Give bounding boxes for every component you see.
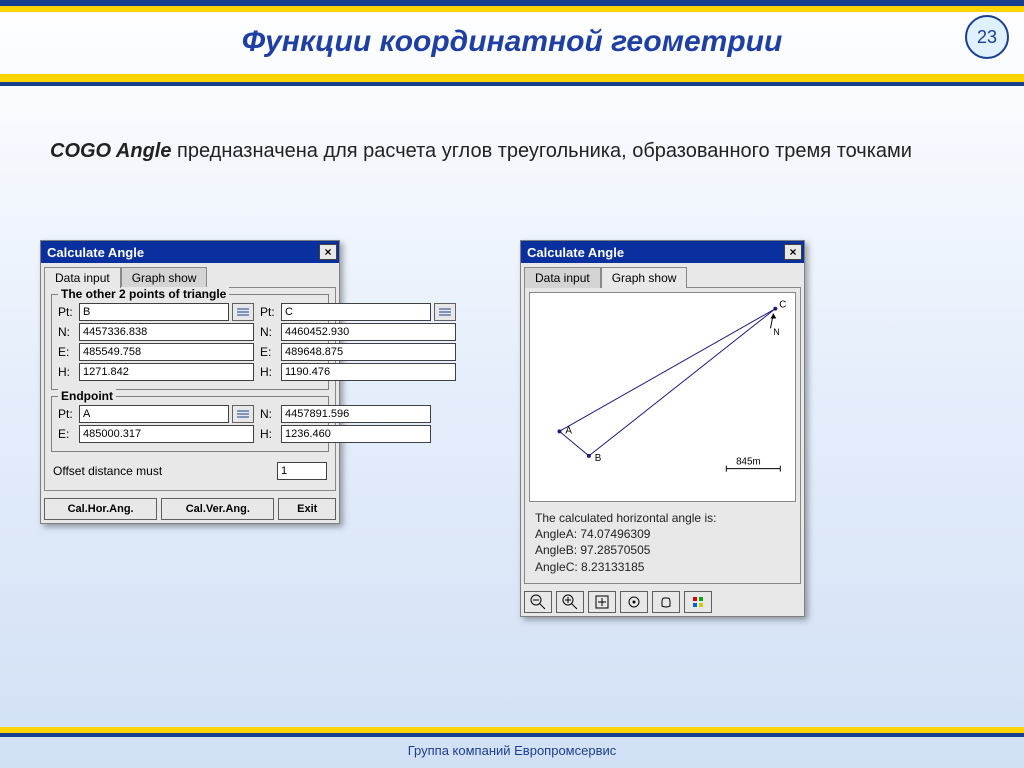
description-lead: COGO Angle (50, 140, 171, 162)
triangle-plot: A B C N 845m (530, 293, 795, 501)
label-n: N: (260, 325, 278, 339)
exit-button[interactable]: Exit (278, 498, 336, 520)
point-b-n-input[interactable] (79, 323, 254, 341)
description-rest: предназначена для расчета углов треуголь… (171, 140, 911, 162)
zoom-extents-icon[interactable] (620, 591, 648, 613)
tab-strip: Data input Graph show (521, 263, 804, 287)
point-b-h-input[interactable] (79, 363, 254, 381)
group-other-points-legend: The other 2 points of triangle (58, 287, 229, 301)
tab-graph-show[interactable]: Graph show (121, 267, 208, 288)
offset-label: Offset distance must (53, 464, 269, 478)
dialog-title: Calculate Angle (527, 245, 624, 260)
offset-input[interactable] (277, 462, 327, 480)
slide-title: Функции координатной геометрии (0, 25, 1024, 59)
tab-data-input[interactable]: Data input (44, 267, 121, 288)
label-e: E: (260, 345, 278, 359)
dialog-titlebar[interactable]: Calculate Angle × (41, 241, 339, 263)
point-c-e-input[interactable] (281, 343, 456, 361)
point-c-n-input[interactable] (281, 323, 456, 341)
group-endpoint: Endpoint Pt: E: N: H: (51, 396, 329, 452)
angle-c: AngleC: 8.23133185 (535, 559, 790, 575)
label-h: H: (58, 365, 76, 379)
cal-hor-ang-button[interactable]: Cal.Hor.Ang. (44, 498, 157, 520)
point-c-h-input[interactable] (281, 363, 456, 381)
label-h: H: (260, 427, 278, 441)
label-h: H: (260, 365, 278, 379)
footer-text: Группа компаний Европромсервис (0, 743, 1024, 758)
zoom-in-icon[interactable] (556, 591, 584, 613)
label-pt: Pt: (58, 305, 76, 319)
label-pt: Pt: (58, 407, 76, 421)
layers-icon[interactable] (684, 591, 712, 613)
point-b-e-input[interactable] (79, 343, 254, 361)
zoom-window-icon[interactable] (588, 591, 616, 613)
cal-ver-ang-button[interactable]: Cal.Ver.Ang. (161, 498, 274, 520)
svg-text:C: C (779, 300, 786, 311)
label-e: E: (58, 345, 76, 359)
calculate-angle-dialog-data: Calculate Angle × Data input Graph show … (40, 240, 340, 524)
endpoint-pt-input[interactable] (79, 405, 229, 423)
angle-b: AngleB: 97.28570505 (535, 542, 790, 558)
tab-data-input[interactable]: Data input (524, 267, 601, 288)
point-c-pt-input[interactable] (281, 303, 431, 321)
tab-strip: Data input Graph show (41, 263, 339, 287)
svg-text:N: N (773, 327, 779, 337)
zoom-out-icon[interactable] (524, 591, 552, 613)
dialog-title: Calculate Angle (47, 245, 144, 260)
endpoint-e-input[interactable] (79, 425, 254, 443)
result-head: The calculated horizontal angle is: (535, 510, 790, 526)
dialog-titlebar[interactable]: Calculate Angle × (521, 241, 804, 263)
group-endpoint-legend: Endpoint (58, 389, 116, 403)
angle-a: AngleA: 74.07496309 (535, 526, 790, 542)
pan-icon[interactable] (652, 591, 680, 613)
pick-list-icon[interactable] (232, 303, 254, 321)
endpoint-n-input[interactable] (281, 405, 431, 423)
group-other-points: The other 2 points of triangle Pt: N: E:… (51, 294, 329, 390)
tab-graph-show[interactable]: Graph show (601, 267, 688, 288)
graph-toolbar (521, 587, 804, 616)
svg-text:845m: 845m (736, 457, 761, 468)
label-e: E: (58, 427, 76, 441)
endpoint-h-input[interactable] (281, 425, 431, 443)
close-icon[interactable]: × (784, 244, 802, 260)
pick-list-icon[interactable] (232, 405, 254, 423)
close-icon[interactable]: × (319, 244, 337, 260)
label-n: N: (58, 325, 76, 339)
page-number-badge: 23 (965, 15, 1009, 59)
svg-text:A: A (565, 425, 572, 436)
graph-canvas[interactable]: A B C N 845m (529, 292, 796, 502)
label-pt: Pt: (260, 305, 278, 319)
point-b-pt-input[interactable] (79, 303, 229, 321)
svg-text:B: B (595, 453, 602, 464)
result-text: The calculated horizontal angle is: Angl… (529, 506, 796, 579)
calculate-angle-dialog-graph: Calculate Angle × Data input Graph show … (520, 240, 805, 617)
pick-list-icon[interactable] (434, 303, 456, 321)
description-text: COGO Angle предназначена для расчета угл… (50, 140, 924, 163)
label-n: N: (260, 407, 278, 421)
